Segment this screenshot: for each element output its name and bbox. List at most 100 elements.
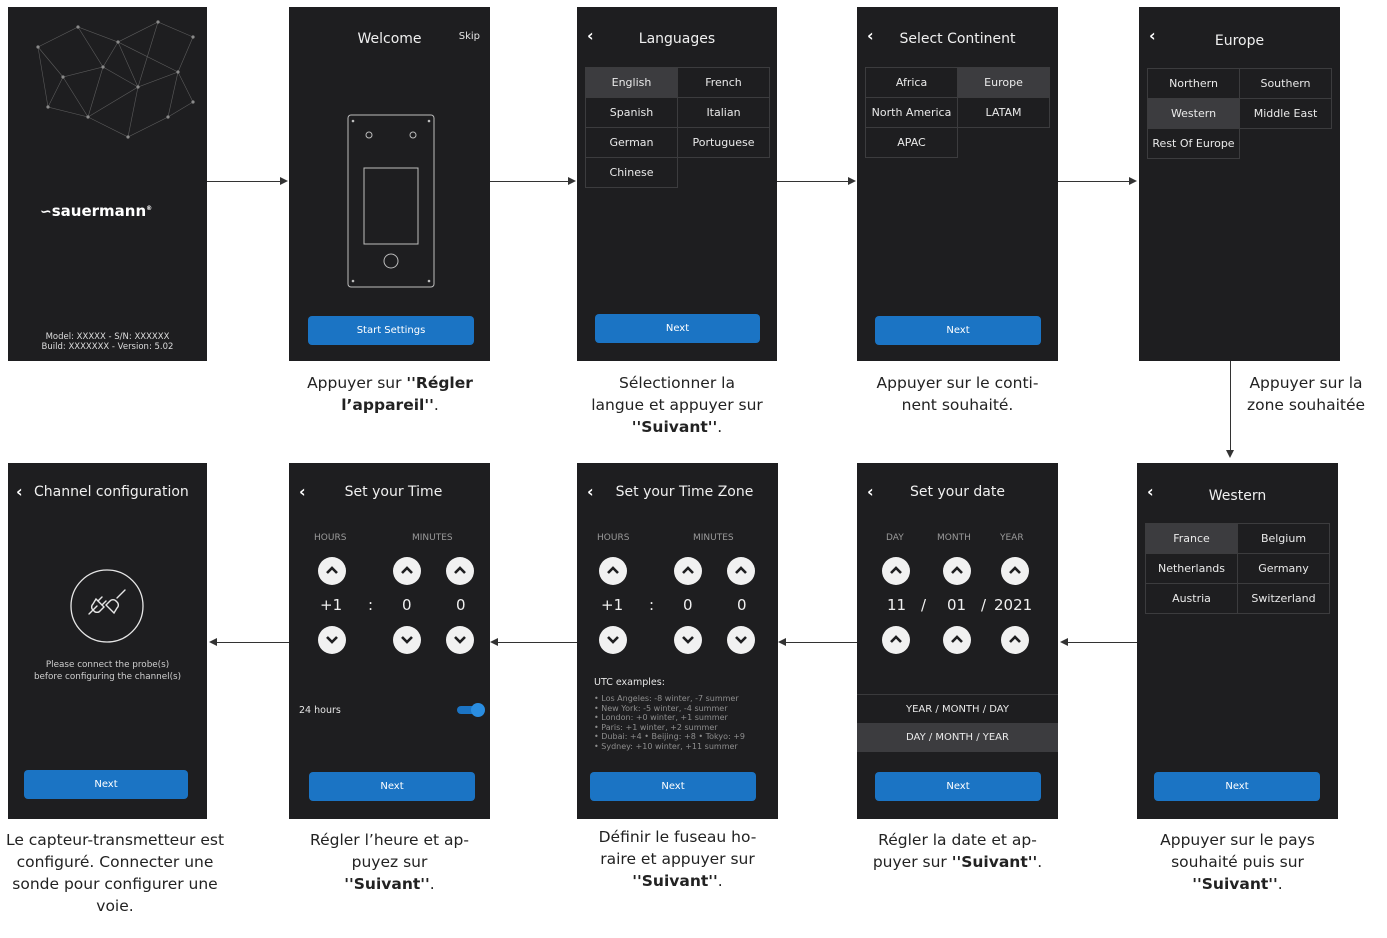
model-line: Model: XXXXX - S/N: XXXXXX xyxy=(45,332,170,342)
year-down-icon[interactable] xyxy=(1001,626,1029,654)
caption-western: Appuyer sur le pays souhaité puis sur ''… xyxy=(1160,831,1315,893)
hours-label: HOURS xyxy=(314,533,347,543)
minute-units-up-icon[interactable] xyxy=(727,557,755,585)
language-option[interactable]: Portuguese xyxy=(677,127,770,158)
language-option[interactable]: Chinese xyxy=(585,157,678,188)
screen-continent: ‹ Select Continent Africa Europe North A… xyxy=(857,7,1058,361)
country-option[interactable]: Netherlands xyxy=(1145,553,1238,584)
minute-tens-down-icon[interactable] xyxy=(393,626,421,654)
toggle-knob xyxy=(471,703,485,717)
toggle-label: 24 hours xyxy=(299,705,341,716)
hours-down-icon[interactable] xyxy=(599,626,627,654)
plug-icon xyxy=(70,569,144,643)
language-option[interactable]: French xyxy=(677,67,770,98)
language-option[interactable]: Spanish xyxy=(585,97,678,128)
region-option[interactable]: Rest Of Europe xyxy=(1147,128,1240,159)
minute-units-down-icon[interactable] xyxy=(727,626,755,654)
time-colon: : xyxy=(368,596,374,614)
arrowhead-4-5 xyxy=(1129,177,1137,185)
month-value: 01 xyxy=(947,596,967,614)
date-separator: / xyxy=(921,596,927,614)
next-button[interactable]: Next xyxy=(590,772,756,801)
page-title: Europe xyxy=(1214,33,1265,49)
back-chevron-icon[interactable]: ‹ xyxy=(16,482,23,501)
year-up-icon[interactable] xyxy=(1001,557,1029,585)
hours-up-icon[interactable] xyxy=(599,557,627,585)
minute-tens-down-icon[interactable] xyxy=(674,626,702,654)
hours-label: HOURS xyxy=(597,533,630,543)
day-value: 11 xyxy=(887,596,907,614)
arrow-6-7 xyxy=(1067,642,1137,643)
caption-channel: Le capteur-transmetteur est configuré. C… xyxy=(5,831,225,915)
language-option[interactable]: Italian xyxy=(677,97,770,128)
caption-date: Régler la date et ap- puyer sur ''Suivan… xyxy=(872,831,1043,871)
minutes-label: MINUTES xyxy=(693,533,734,543)
arrow-7-8 xyxy=(785,642,857,643)
country-option[interactable]: Belgium xyxy=(1237,523,1330,554)
year-value: 2021 xyxy=(994,596,1033,614)
country-option[interactable]: France xyxy=(1145,523,1238,554)
network-graphic xyxy=(36,20,195,139)
year-label: YEAR xyxy=(1000,533,1024,543)
region-option[interactable]: Western xyxy=(1147,98,1240,129)
format-divider xyxy=(857,694,1058,695)
brand-swirl-icon: ∽ xyxy=(40,204,52,220)
date-format-option[interactable]: DAY / MONTH / YEAR xyxy=(857,723,1058,752)
next-button[interactable]: Next xyxy=(24,770,188,799)
next-button[interactable]: Next xyxy=(595,314,760,343)
screen-date: ‹ Set your date DAY MONTH YEAR 11 / 01 /… xyxy=(857,463,1058,819)
region-option[interactable]: Middle East xyxy=(1239,98,1332,129)
day-up-icon[interactable] xyxy=(882,557,910,585)
page-title: Select Continent xyxy=(899,31,1016,47)
start-settings-button[interactable]: Start Settings xyxy=(308,316,474,345)
minute-tens-up-icon[interactable] xyxy=(674,557,702,585)
arrow-8-9 xyxy=(497,642,577,643)
skip-link[interactable]: Skip xyxy=(459,31,480,42)
minute-tens-up-icon[interactable] xyxy=(393,557,421,585)
next-button[interactable]: Next xyxy=(875,316,1041,345)
date-format-option[interactable]: YEAR / MONTH / DAY xyxy=(857,696,1058,723)
device-illustration xyxy=(347,114,435,288)
caption-time: Régler l’heure et ap- puyez sur ''Suivan… xyxy=(310,831,469,893)
next-button[interactable]: Next xyxy=(1154,772,1320,801)
day-down-icon[interactable] xyxy=(882,626,910,654)
next-button[interactable]: Next xyxy=(309,772,475,801)
arrow-4-5 xyxy=(1058,181,1130,182)
minute-units-up-icon[interactable] xyxy=(446,557,474,585)
continent-option[interactable]: Africa xyxy=(865,67,958,98)
country-option[interactable]: Germany xyxy=(1237,553,1330,584)
caption-continent: Appuyer sur le conti- nent souhaité. xyxy=(876,374,1039,414)
utc-examples: • Los Angeles: -8 winter, -7 summer • Ne… xyxy=(594,694,746,751)
screen-languages: ‹ Languages English French Spanish Itali… xyxy=(577,7,777,361)
language-option[interactable]: German xyxy=(585,127,678,158)
page-title: Set your Time Zone xyxy=(615,484,754,500)
continent-option[interactable]: APAC xyxy=(865,127,958,158)
utc-title: UTC examples: xyxy=(594,677,665,688)
language-option[interactable]: English xyxy=(585,67,678,98)
country-grid: France Belgium Netherlands Germany Austr… xyxy=(1145,523,1330,614)
month-down-icon[interactable] xyxy=(943,626,971,654)
language-grid: English French Spanish Italian German Po… xyxy=(585,67,770,188)
page-title: Set your Time xyxy=(344,484,443,500)
month-up-icon[interactable] xyxy=(943,557,971,585)
page-title: Western xyxy=(1208,488,1267,504)
page-title: Set your date xyxy=(910,484,1005,500)
continent-option[interactable]: North America xyxy=(865,97,958,128)
country-option[interactable]: Switzerland xyxy=(1237,583,1330,614)
minutes-label: MINUTES xyxy=(412,533,453,543)
hours-down-icon[interactable] xyxy=(318,626,346,654)
caption-europe: Appuyer sur la zone souhaitée xyxy=(1246,374,1366,414)
minute-units-down-icon[interactable] xyxy=(446,626,474,654)
arrow-3-4 xyxy=(777,181,849,182)
screen-welcome: Welcome Skip Start Settings xyxy=(289,7,490,361)
country-option[interactable]: Austria xyxy=(1145,583,1238,614)
continent-option[interactable]: LATAM xyxy=(957,97,1050,128)
hours-up-icon[interactable] xyxy=(318,557,346,585)
arrowhead-8-9 xyxy=(490,638,498,646)
region-option[interactable]: Southern xyxy=(1239,68,1332,99)
continent-option[interactable]: Europe xyxy=(957,67,1050,98)
region-option[interactable]: Northern xyxy=(1147,68,1240,99)
month-label: MONTH xyxy=(937,533,971,543)
next-button[interactable]: Next xyxy=(875,772,1041,801)
screen-timezone: ‹ Set your Time Zone HOURS MINUTES +1 : … xyxy=(577,463,778,819)
